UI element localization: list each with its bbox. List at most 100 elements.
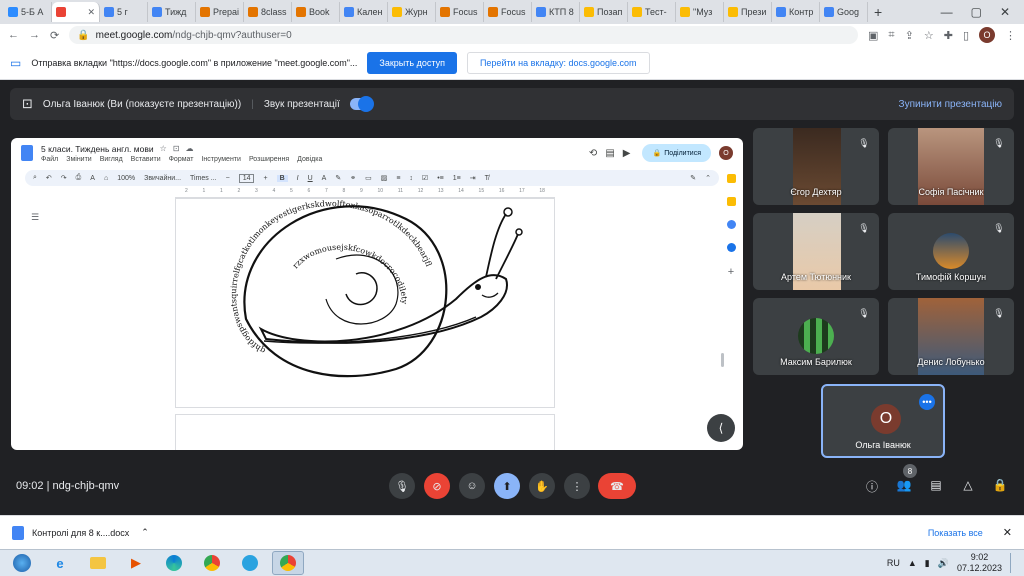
insert-comment-icon[interactable]: ▭: [365, 174, 372, 182]
reactions-button[interactable]: ☺: [459, 473, 485, 499]
browser-tab[interactable]: КТП 8: [532, 2, 580, 22]
italic-icon[interactable]: I: [297, 175, 299, 182]
taskbar-chrome-active[interactable]: [272, 551, 304, 575]
participant-tile[interactable]: 🎙 Єгор Дехтяр: [753, 128, 879, 205]
search-icon[interactable]: ⌕: [33, 174, 37, 182]
participant-tile[interactable]: 🎙 Тимофій Коршун: [888, 213, 1014, 290]
doc-page[interactable]: qhfdogpswantsquirrelfgcatkotlmonkeyestig…: [175, 198, 555, 408]
chat-icon[interactable]: ▤: [928, 478, 944, 492]
taskbar-explorer[interactable]: [82, 551, 114, 575]
camera-icon[interactable]: ▣: [868, 29, 878, 42]
browser-tab[interactable]: 8class: [244, 2, 292, 22]
print-icon[interactable]: ⎙: [76, 174, 82, 182]
browser-tab[interactable]: Контр: [772, 2, 820, 22]
extensions-icon[interactable]: ✚: [944, 29, 953, 42]
font-size-decrease-icon[interactable]: −: [226, 175, 230, 182]
indent-icon[interactable]: ⇥: [470, 174, 476, 182]
participant-tile[interactable]: 🎙 Софія Пасічник: [888, 128, 1014, 205]
tray-arrow-icon[interactable]: ▲: [908, 558, 917, 568]
go-to-tab-button[interactable]: Перейти на вкладку: docs.google.com: [466, 51, 650, 74]
undo-icon[interactable]: ↶: [46, 174, 52, 182]
underline-icon[interactable]: U: [308, 175, 313, 182]
share-page-icon[interactable]: ⇪: [905, 29, 914, 42]
docs-menu-item[interactable]: Інструменти: [201, 156, 240, 163]
browser-tab[interactable]: Goog: [820, 2, 868, 22]
browser-tab[interactable]: Prepai: [196, 2, 244, 22]
leave-call-button[interactable]: ☎: [598, 473, 636, 499]
meet-video-icon[interactable]: ▶: [623, 148, 631, 159]
taskbar-telegram[interactable]: [234, 551, 266, 575]
start-button[interactable]: [6, 551, 38, 575]
paint-format-icon[interactable]: ⌂: [104, 175, 108, 182]
font-size-increase-icon[interactable]: +: [263, 175, 267, 182]
browser-tab[interactable]: Book: [292, 2, 340, 22]
spellcheck-icon[interactable]: A: [90, 175, 95, 182]
checklist-icon[interactable]: ☑: [422, 174, 428, 182]
browser-tab[interactable]: Focus: [484, 2, 532, 22]
taskbar-edge[interactable]: [158, 551, 190, 575]
docs-menu-item[interactable]: Формат: [169, 156, 194, 163]
info-icon[interactable]: ⓘ: [864, 478, 880, 495]
translate-icon[interactable]: ⌗: [888, 29, 894, 42]
browser-tab[interactable]: 5-Б А: [4, 2, 52, 22]
edit-mode-icon[interactable]: ✎: [690, 174, 696, 182]
docs-menu-item[interactable]: Змінити: [66, 156, 92, 163]
browser-menu-icon[interactable]: ⋮: [1005, 29, 1016, 42]
font-select[interactable]: Times ...: [190, 175, 217, 182]
show-desktop-button[interactable]: [1010, 553, 1016, 573]
browser-tab[interactable]: Тест-: [628, 2, 676, 22]
browser-tab[interactable]: "Муз: [676, 2, 724, 22]
docs-menu-item[interactable]: Розширення: [249, 156, 289, 163]
browser-tab[interactable]: Кален: [340, 2, 388, 22]
close-window-icon[interactable]: ✕: [1000, 5, 1010, 19]
stop-sharing-button[interactable]: Закрыть доступ: [367, 51, 457, 74]
tasks-icon[interactable]: [726, 220, 736, 229]
keep-icon[interactable]: [726, 197, 736, 206]
camera-off-button[interactable]: ⊘: [424, 473, 450, 499]
docs-share-button[interactable]: 🔒 Поділитися: [642, 144, 711, 162]
doc-page-2[interactable]: [175, 414, 555, 450]
url-field[interactable]: 🔒 meet.google.com/ndg-chjb-qmv?authuser=…: [69, 26, 859, 44]
calendar-icon[interactable]: [726, 174, 736, 183]
image-icon[interactable]: ▨: [381, 174, 388, 182]
numbered-icon[interactable]: 1≡: [453, 175, 461, 182]
browser-tab[interactable]: Журн: [388, 2, 436, 22]
highlight-icon[interactable]: ✎: [335, 174, 341, 182]
more-options-icon[interactable]: •••: [919, 394, 935, 410]
align-icon[interactable]: ≡: [396, 175, 400, 182]
browser-tab[interactable]: Прези: [724, 2, 772, 22]
taskbar-ie[interactable]: e: [44, 551, 76, 575]
present-share-icon[interactable]: ⟨: [707, 414, 735, 442]
stop-presenting-button[interactable]: Зупинити презентацію: [899, 99, 1002, 110]
star-icon[interactable]: ☆: [160, 144, 167, 153]
browser-tab[interactable]: 5 г: [100, 2, 148, 22]
outline-icon[interactable]: ☰: [31, 212, 39, 223]
new-tab-button[interactable]: +: [874, 4, 890, 20]
show-all-downloads-button[interactable]: Показать все: [928, 528, 983, 538]
style-select[interactable]: Звичайни...: [144, 175, 181, 182]
docs-menu-item[interactable]: Довідка: [297, 156, 322, 163]
raise-hand-button[interactable]: ✋: [529, 473, 555, 499]
minimize-icon[interactable]: —: [941, 5, 953, 19]
people-icon[interactable]: 👥: [896, 478, 912, 492]
profile-avatar[interactable]: О: [979, 27, 995, 43]
doc-scrollbar[interactable]: [721, 353, 724, 367]
forward-icon[interactable]: →: [29, 29, 40, 41]
taskbar-media[interactable]: ▶: [120, 551, 152, 575]
browser-tab[interactable]: Focus: [436, 2, 484, 22]
link-icon[interactable]: ⚭: [350, 174, 356, 182]
docs-menu-item[interactable]: Файл: [41, 156, 58, 163]
doc-title[interactable]: 5 класи. Тиждень англ. мови: [41, 144, 154, 154]
docs-menu-item[interactable]: Вставити: [131, 156, 161, 163]
microphone-button[interactable]: 🎙: [389, 473, 415, 499]
volume-icon[interactable]: 🔊: [938, 558, 949, 569]
activities-icon[interactable]: △: [960, 478, 976, 492]
browser-tab[interactable]: Тижд: [148, 2, 196, 22]
zoom-select[interactable]: 100%: [117, 175, 135, 182]
taskbar-chrome[interactable]: [196, 551, 228, 575]
font-size-field[interactable]: 14: [238, 173, 255, 183]
clear-format-icon[interactable]: T̸: [485, 175, 489, 182]
participant-tile[interactable]: 🎙 Артем Тютюнник: [753, 213, 879, 290]
clock[interactable]: 9:02 07.12.2023: [957, 552, 1002, 574]
host-controls-icon[interactable]: 🔒: [992, 478, 1008, 492]
